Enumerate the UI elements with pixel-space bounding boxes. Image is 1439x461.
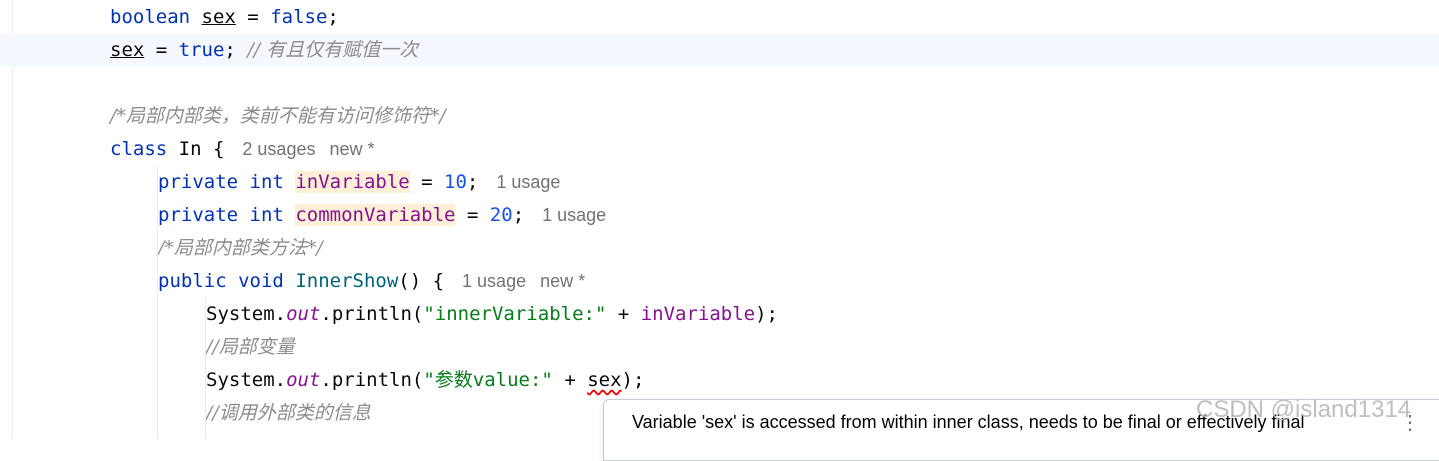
usage-hint[interactable]: 1 usage bbox=[496, 172, 560, 192]
code-token: //局部变量 bbox=[206, 336, 295, 358]
code-token: sex bbox=[587, 369, 622, 391]
code-line[interactable]: /*局部内部类，类前不能有访问修饰符*/ bbox=[0, 100, 1439, 133]
code-token: = bbox=[455, 204, 490, 226]
indent-guide bbox=[157, 166, 158, 439]
code-token: InnerShow bbox=[295, 270, 399, 292]
code-token: "innerVariable:" bbox=[423, 303, 607, 325]
code-text[interactable]: sex = true; // 有且仅有赋值一次 bbox=[110, 34, 418, 67]
usage-hint[interactable]: new * bbox=[540, 271, 585, 291]
code-text[interactable]: //局部变量 bbox=[206, 331, 295, 364]
code-token: ; bbox=[327, 6, 339, 28]
code-token: // 有且仅有赋值一次 bbox=[247, 39, 419, 61]
code-token: public bbox=[158, 270, 227, 292]
code-token: = bbox=[144, 39, 179, 61]
code-token: true bbox=[178, 39, 225, 61]
code-token: void bbox=[238, 270, 284, 292]
code-token: ; bbox=[512, 204, 525, 226]
code-token: commonVariable bbox=[295, 204, 456, 226]
code-line[interactable]: private int inVariable = 10; 1 usage bbox=[0, 166, 1439, 199]
code-token: () { bbox=[398, 270, 445, 292]
code-text[interactable]: /*局部内部类方法*/ bbox=[158, 232, 323, 265]
code-token: 20 bbox=[489, 204, 513, 226]
code-token: ); bbox=[621, 369, 645, 391]
code-token: int bbox=[249, 171, 284, 193]
code-line[interactable]: private int commonVariable = 20; 1 usage bbox=[0, 199, 1439, 232]
code-line[interactable]: class In { 2 usages new * bbox=[0, 133, 1439, 166]
code-token: /*局部内部类方法*/ bbox=[158, 237, 323, 259]
code-token: = bbox=[409, 171, 445, 193]
code-token: out bbox=[286, 369, 321, 391]
usage-hint[interactable]: 1 usage bbox=[542, 205, 606, 225]
code-token: /*局部内部类，类前不能有访问修饰符*/ bbox=[110, 105, 446, 127]
code-line[interactable]: System.out.println("innerVariable:" + in… bbox=[0, 298, 1439, 331]
usage-hint[interactable]: new * bbox=[329, 139, 374, 159]
code-token: class bbox=[110, 138, 168, 160]
code-token: inVariable bbox=[295, 171, 410, 193]
indent-guide bbox=[205, 298, 206, 439]
code-line[interactable] bbox=[0, 67, 1439, 100]
code-token: sex bbox=[110, 39, 145, 61]
code-token: + bbox=[552, 369, 588, 391]
code-token: .println( bbox=[320, 303, 424, 325]
code-token: //调用外部类的信息 bbox=[206, 402, 371, 424]
code-token: inVariable bbox=[640, 303, 756, 325]
code-token: 10 bbox=[444, 171, 467, 193]
code-token: out bbox=[286, 303, 321, 325]
code-token: int bbox=[249, 204, 284, 226]
code-token: "参数value:" bbox=[423, 369, 553, 391]
code-line[interactable]: sex = true; // 有且仅有赋值一次 bbox=[0, 34, 1439, 67]
watermark: CSDN @island1314 bbox=[1196, 396, 1412, 423]
code-line[interactable]: /*局部内部类方法*/ bbox=[0, 232, 1439, 265]
code-token: System. bbox=[206, 303, 287, 325]
code-text[interactable]: //调用外部类的信息 bbox=[206, 397, 371, 430]
usage-hint[interactable]: 2 usages bbox=[242, 139, 315, 159]
code-text[interactable]: class In { 2 usages new * bbox=[110, 133, 375, 166]
usage-hint[interactable]: 1 usage bbox=[462, 271, 526, 291]
code-line[interactable]: public void InnerShow() { 1 usage new * bbox=[0, 265, 1439, 298]
code-token: ; bbox=[466, 171, 479, 193]
code-token: System. bbox=[206, 369, 287, 391]
code-text[interactable]: public void InnerShow() { 1 usage new * bbox=[158, 265, 585, 298]
code-token: In { bbox=[167, 138, 225, 160]
code-text[interactable]: private int inVariable = 10; 1 usage bbox=[158, 166, 560, 199]
code-token: boolean bbox=[110, 6, 191, 28]
code-token: private bbox=[158, 171, 239, 193]
code-text[interactable]: private int commonVariable = 20; 1 usage bbox=[158, 199, 606, 232]
code-text[interactable]: boolean sex = false; bbox=[110, 1, 339, 34]
code-line[interactable]: boolean sex = false; bbox=[0, 1, 1439, 34]
code-token: ); bbox=[755, 303, 778, 325]
code-text[interactable]: System.out.println("参数value:" + sex); bbox=[206, 364, 644, 397]
code-token: .println( bbox=[320, 369, 424, 391]
code-token: private bbox=[158, 204, 239, 226]
code-line[interactable]: //局部变量 bbox=[0, 331, 1439, 364]
code-token: + bbox=[606, 303, 641, 325]
code-token: sex bbox=[201, 6, 236, 28]
code-text[interactable]: System.out.println("innerVariable:" + in… bbox=[206, 298, 778, 331]
code-token: false bbox=[270, 6, 328, 28]
code-token: = bbox=[235, 6, 271, 28]
code-line[interactable]: System.out.println("参数value:" + sex); bbox=[0, 364, 1439, 397]
code-text[interactable]: /*局部内部类，类前不能有访问修饰符*/ bbox=[110, 100, 446, 133]
code-token: ; bbox=[224, 39, 248, 61]
